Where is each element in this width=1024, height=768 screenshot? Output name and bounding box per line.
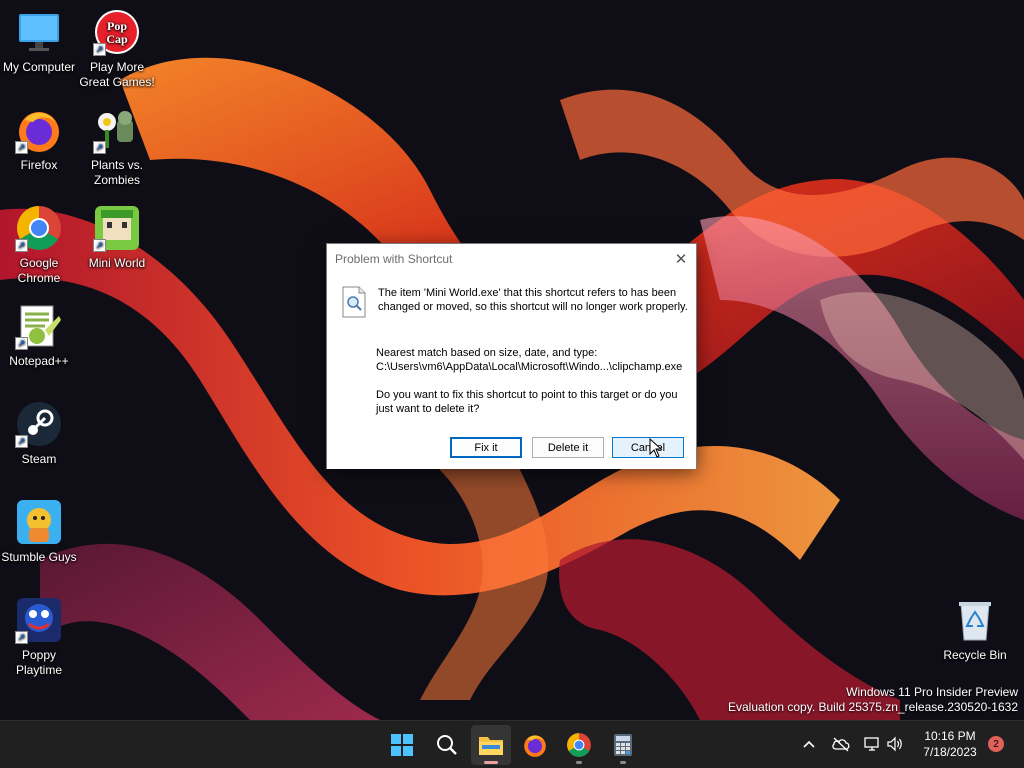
desktop-icon-label: Plants vs. Zombies [90, 158, 144, 187]
shortcut-arrow-icon: ↗ [93, 141, 106, 154]
dialog-titlebar[interactable]: Problem with Shortcut ✕ [327, 244, 696, 274]
network-tray-button[interactable] [861, 733, 883, 755]
taskbar-firefox[interactable] [515, 725, 555, 765]
firefox-icon: ↗ [15, 106, 63, 154]
clock-date: 7/18/2023 [923, 745, 977, 759]
desktop-icon-steam[interactable]: ↗ Steam [0, 400, 78, 467]
notification-badge[interactable]: 2 [988, 736, 1004, 752]
desktop-icon-label: Play More Great Games! [79, 60, 155, 89]
desktop-icon-recycle-bin[interactable]: Recycle Bin [936, 596, 1014, 663]
shortcut-arrow-icon: ↗ [15, 337, 28, 350]
onedrive-tray-button[interactable] [830, 733, 852, 755]
chevron-up-icon [803, 740, 815, 748]
delete-it-button[interactable]: Delete it [532, 437, 604, 458]
mini-world-icon: ↗ [93, 204, 141, 252]
desktop-icon-firefox[interactable]: ↗ Firefox [0, 106, 78, 173]
running-indicator [620, 761, 626, 764]
taskbar-file-explorer[interactable] [471, 725, 511, 765]
steam-icon: ↗ [15, 400, 63, 448]
file-explorer-icon [479, 737, 503, 755]
mouse-cursor-icon [649, 438, 663, 458]
dialog-body: The item 'Mini World.exe' that this shor… [327, 274, 696, 469]
stumble-guys-icon [15, 498, 63, 546]
plants-vs-zombies-icon: ↗ [93, 106, 141, 154]
desktop-icon-mini-world[interactable]: ↗ Mini World [78, 204, 156, 271]
start-icon [391, 734, 413, 756]
watermark-build: Evaluation copy. Build 25375.zn_release.… [728, 700, 1018, 714]
show-hidden-icons-button[interactable] [798, 733, 820, 755]
problem-with-shortcut-dialog[interactable]: Problem with Shortcut ✕ The item 'Mini W… [326, 243, 697, 469]
shortcut-arrow-icon: ↗ [93, 43, 106, 56]
notepad-plus-plus-icon: ↗ [15, 302, 63, 350]
desktop-icon-label: Firefox [20, 158, 58, 172]
desktop-icon-label: Recycle Bin [943, 648, 1007, 662]
search-icon [437, 735, 457, 755]
speaker-icon [887, 736, 902, 752]
chrome-icon [567, 733, 591, 757]
desktop-icon-label: My Computer [2, 60, 76, 74]
desktop-icon-label: Mini World [88, 256, 146, 270]
start-button[interactable] [382, 725, 422, 765]
desktop-icon-play-more-great-games[interactable]: Pop Cap ↗ Play More Great Games! [78, 8, 156, 90]
desktop-icon-label: Steam [21, 452, 57, 466]
firefox-icon [524, 735, 546, 757]
desktop-icon-my-computer[interactable]: My Computer [0, 8, 78, 75]
desktop-icon-label: Stumble Guys [1, 550, 77, 564]
desktop-icon-stumble-guys[interactable]: Stumble Guys [0, 498, 78, 565]
shortcut-search-icon [342, 286, 366, 318]
shortcut-arrow-icon: ↗ [93, 239, 106, 252]
recycle-bin-icon [951, 596, 999, 644]
shortcut-arrow-icon: ↗ [15, 631, 28, 644]
desktop-icon-label: Poppy Playtime [15, 648, 62, 677]
shortcut-arrow-icon: ↗ [15, 435, 28, 448]
taskbar-chrome[interactable] [559, 725, 599, 765]
shortcut-arrow-icon: ↗ [15, 239, 28, 252]
chrome-icon: ↗ [15, 204, 63, 252]
svg-text:Cap: Cap [106, 32, 128, 46]
taskbar-clock[interactable]: 10:16 PM 7/18/2023 [918, 728, 982, 760]
clock-time: 10:16 PM [924, 729, 976, 743]
volume-tray-button[interactable] [884, 733, 906, 755]
shortcut-arrow-icon: ↗ [15, 141, 28, 154]
network-icon [864, 737, 879, 751]
running-indicator [484, 761, 498, 764]
close-button[interactable]: ✕ [666, 244, 696, 274]
match-path: C:\Users\vm6\AppData\Local\Microsoft\Win… [376, 361, 683, 373]
running-indicator [576, 761, 582, 764]
desktop-icon-plants-vs-zombies[interactable]: ↗ Plants vs. Zombies [78, 106, 156, 188]
poppy-playtime-icon: ↗ [15, 596, 63, 644]
desktop-icon-notepad-plus-plus[interactable]: ↗ Notepad++ [0, 302, 78, 369]
match-label: Nearest match based on size, date, and t… [376, 347, 598, 359]
cloud-off-icon [832, 737, 850, 752]
desktop-icon-label: Notepad++ [9, 354, 69, 368]
calculator-icon [614, 734, 632, 756]
close-icon: ✕ [674, 251, 688, 268]
desktop-icon-poppy-playtime[interactable]: ↗ Poppy Playtime [0, 596, 78, 678]
dialog-title: Problem with Shortcut [335, 252, 453, 266]
watermark-edition: Windows 11 Pro Insider Preview [846, 685, 1018, 699]
dialog-question: Do you want to fix this shortcut to poin… [376, 389, 678, 415]
desktop-icon-google-chrome[interactable]: ↗ Google Chrome [0, 204, 78, 286]
desktop-icon-label: Google Chrome [17, 256, 61, 285]
taskbar: 10:16 PM 7/18/2023 2 [0, 720, 1024, 768]
monitor-icon [15, 8, 63, 56]
popcap-icon: Pop Cap ↗ [93, 8, 141, 56]
dialog-message: The item 'Mini World.exe' that this shor… [378, 287, 688, 313]
dialog-nearest-match: Nearest match based on size, date, and t… [376, 346, 692, 374]
search-button[interactable] [427, 725, 467, 765]
svg-text:Pop: Pop [107, 19, 127, 33]
taskbar-calculator[interactable] [603, 725, 643, 765]
cancel-button[interactable]: Cancel [612, 437, 684, 458]
fix-it-button[interactable]: Fix it [450, 437, 522, 458]
windows-watermark: Windows 11 Pro Insider Preview Evaluatio… [728, 685, 1018, 715]
